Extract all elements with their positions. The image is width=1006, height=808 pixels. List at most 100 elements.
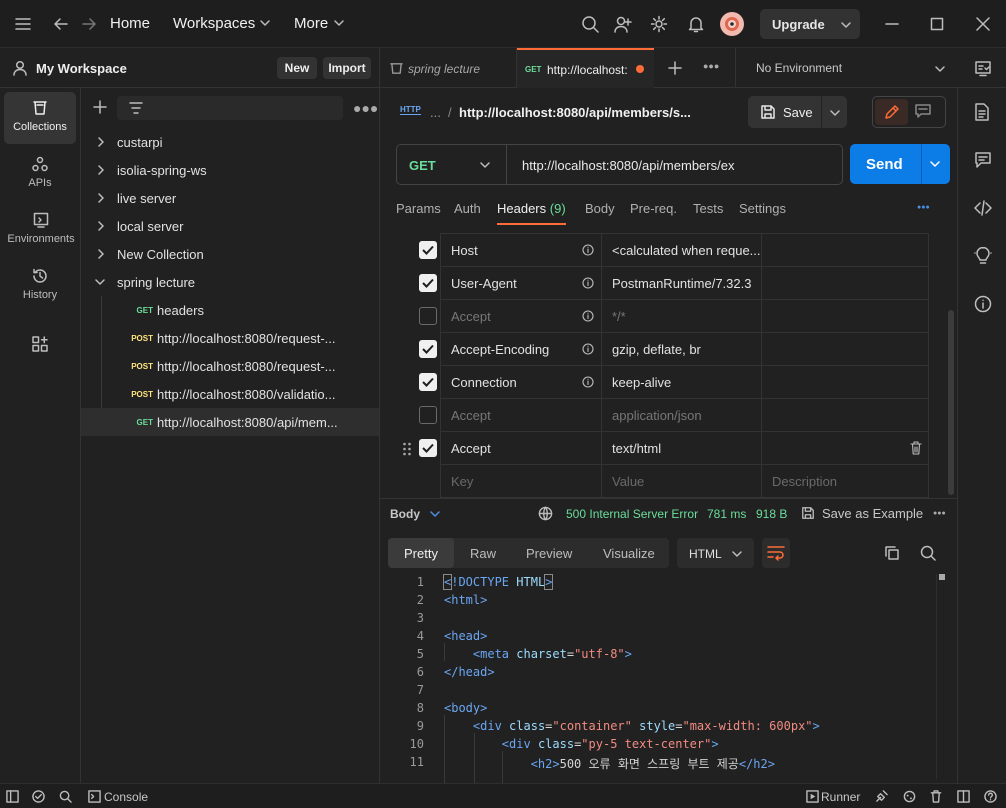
- environment-quick-look-icon[interactable]: [974, 59, 992, 77]
- menu-icon[interactable]: [14, 16, 32, 32]
- more-options-icon[interactable]: ●●●: [933, 510, 946, 517]
- tree-request[interactable]: POST http://localhost:8080/request-...: [81, 352, 379, 380]
- tree-folder[interactable]: local server: [81, 212, 379, 240]
- header-key[interactable]: Host: [451, 243, 478, 258]
- breadcrumb-title[interactable]: http://localhost:8080/api/members/s...: [459, 105, 691, 120]
- tab-more-icon[interactable]: ●●●: [703, 61, 719, 71]
- environment-selector[interactable]: No Environment: [735, 48, 956, 88]
- invite-user-icon[interactable]: [614, 15, 632, 33]
- save-button[interactable]: Save: [748, 96, 822, 128]
- method-select[interactable]: GET: [397, 145, 507, 184]
- sidebar-item-collections[interactable]: Collections: [4, 92, 76, 144]
- header-checkbox[interactable]: [419, 241, 437, 259]
- tree-request[interactable]: POST http://localhost:8080/request-...: [81, 324, 379, 352]
- more-menu[interactable]: More: [294, 15, 328, 32]
- globe-icon[interactable]: [538, 506, 553, 521]
- tree-request[interactable]: GET headers: [81, 296, 379, 324]
- sync-status-icon[interactable]: [32, 790, 45, 803]
- tab-spring-lecture[interactable]: spring lecture: [380, 48, 517, 88]
- header-value[interactable]: keep-alive: [612, 375, 671, 390]
- tree-request-selected[interactable]: GET http://localhost:8080/api/mem...: [81, 408, 379, 436]
- tab-settings[interactable]: Settings: [739, 201, 786, 216]
- layout-two-pane-icon[interactable]: [957, 790, 970, 803]
- cookies-icon[interactable]: [903, 790, 916, 803]
- home-link[interactable]: Home: [110, 15, 150, 32]
- comments-icon[interactable]: [974, 151, 992, 169]
- lightbulb-icon[interactable]: [974, 247, 992, 265]
- description-placeholder[interactable]: Description: [772, 474, 837, 489]
- response-time[interactable]: 781 ms: [707, 507, 746, 521]
- chevron-down-icon[interactable]: [430, 510, 440, 518]
- key-placeholder[interactable]: Key: [451, 474, 473, 489]
- new-tab-icon[interactable]: [668, 61, 682, 75]
- body-label[interactable]: Body: [390, 507, 420, 521]
- drag-handle-icon[interactable]: [402, 442, 412, 456]
- tab-headers[interactable]: Headers (9): [497, 201, 566, 225]
- header-key[interactable]: Accept: [451, 309, 491, 324]
- info-icon[interactable]: [582, 310, 594, 322]
- console-button[interactable]: Console: [104, 790, 148, 804]
- header-value[interactable]: gzip, deflate, br: [612, 342, 701, 357]
- close-icon[interactable]: [976, 17, 990, 31]
- header-checkbox[interactable]: [419, 307, 437, 325]
- tab-tests[interactable]: Tests: [693, 201, 723, 216]
- info-icon[interactable]: [582, 376, 594, 388]
- format-select[interactable]: HTML: [677, 538, 754, 568]
- import-button[interactable]: Import: [323, 57, 371, 79]
- view-pretty[interactable]: Pretty: [388, 538, 454, 568]
- tree-folder-expanded[interactable]: spring lecture: [81, 268, 379, 296]
- header-key[interactable]: Accept: [451, 408, 491, 423]
- add-collection-icon[interactable]: [93, 100, 107, 114]
- header-value[interactable]: */*: [612, 309, 626, 324]
- help-icon[interactable]: [984, 790, 997, 803]
- forward-arrow-icon[interactable]: [80, 15, 98, 33]
- header-value[interactable]: text/html: [612, 441, 661, 456]
- minimize-icon[interactable]: [885, 23, 899, 25]
- back-arrow-icon[interactable]: [52, 15, 70, 33]
- response-size[interactable]: 918 B: [756, 507, 787, 521]
- trash-icon[interactable]: [930, 790, 942, 803]
- tab-params[interactable]: Params: [396, 201, 441, 216]
- tab-prereq[interactable]: Pre-req.: [630, 201, 677, 216]
- status-badge[interactable]: 500 Internal Server Error: [566, 507, 698, 521]
- find-icon[interactable]: [59, 790, 72, 803]
- send-button[interactable]: Send: [850, 144, 922, 184]
- comment-icon[interactable]: [915, 104, 931, 118]
- save-as-example-button[interactable]: Save as Example: [822, 506, 923, 521]
- tree-request[interactable]: POST http://localhost:8080/validatio...: [81, 380, 379, 408]
- workspaces-menu[interactable]: Workspaces: [173, 15, 255, 32]
- filter-input[interactable]: [117, 96, 343, 120]
- header-key[interactable]: User-Agent: [451, 276, 517, 291]
- chevron-down-icon[interactable]: [829, 108, 841, 118]
- info-icon[interactable]: [582, 343, 594, 355]
- settings-gear-icon[interactable]: [650, 15, 668, 33]
- toggle-sidebar-icon[interactable]: [6, 790, 19, 803]
- info-icon[interactable]: [582, 244, 594, 256]
- info-icon[interactable]: [582, 277, 594, 289]
- value-placeholder[interactable]: Value: [612, 474, 644, 489]
- view-visualize[interactable]: Visualize: [603, 546, 655, 561]
- header-value[interactable]: PostmanRuntime/7.32.3: [612, 276, 751, 291]
- new-button[interactable]: New: [277, 57, 317, 79]
- capture-requests-icon[interactable]: [875, 790, 888, 803]
- sidebar-item-configure[interactable]: [4, 328, 76, 364]
- search-icon[interactable]: [920, 545, 936, 561]
- wrap-lines-icon[interactable]: [762, 538, 790, 568]
- breadcrumb-ellipsis[interactable]: ...: [430, 105, 441, 120]
- edit-pencil-icon[interactable]: [875, 99, 908, 125]
- notification-bell-icon[interactable]: [687, 15, 705, 33]
- more-options-icon[interactable]: ●●●: [917, 204, 930, 211]
- header-checkbox[interactable]: [419, 373, 437, 391]
- documentation-icon[interactable]: [974, 103, 990, 121]
- delete-trash-icon[interactable]: [910, 441, 922, 455]
- avatar[interactable]: [720, 12, 744, 36]
- search-icon[interactable]: [581, 15, 599, 33]
- tree-folder[interactable]: custarpi: [81, 128, 379, 156]
- tree-folder[interactable]: New Collection: [81, 240, 379, 268]
- header-key[interactable]: Connection: [451, 375, 517, 390]
- tree-folder[interactable]: live server: [81, 184, 379, 212]
- tab-active-request[interactable]: GET http://localhost:: [517, 48, 654, 88]
- code-scrollbar-thumb[interactable]: [939, 574, 945, 580]
- maximize-icon[interactable]: [930, 17, 944, 31]
- sidebar-item-environments[interactable]: Environments: [4, 204, 78, 256]
